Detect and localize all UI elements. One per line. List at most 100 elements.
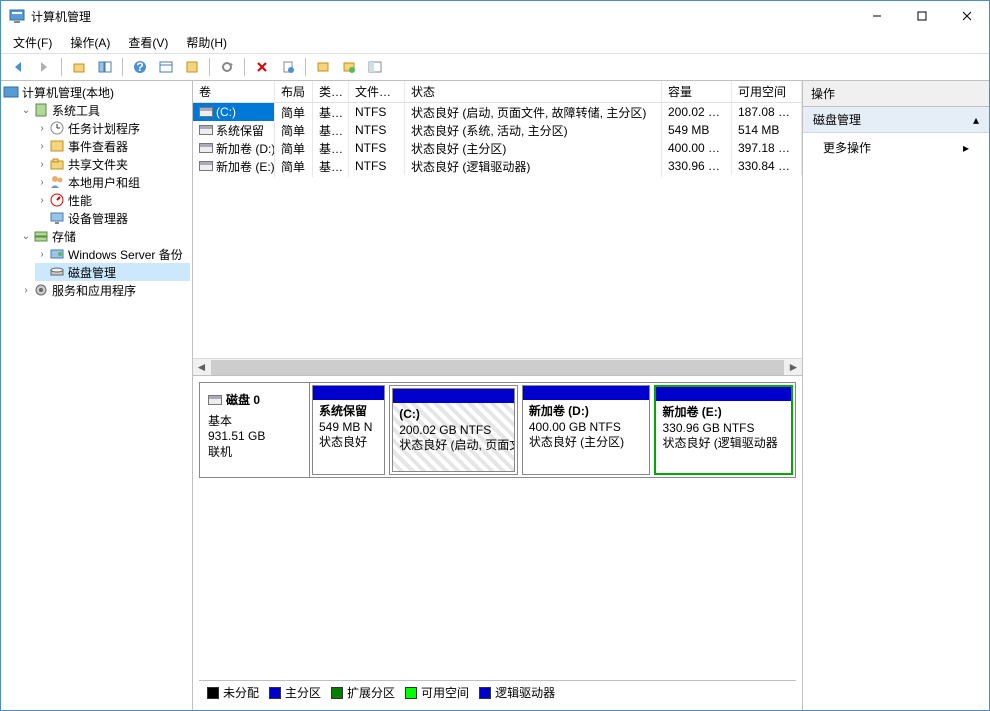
minimize-button[interactable]: [854, 1, 899, 31]
action1-button[interactable]: [312, 56, 334, 78]
tree-diskmgmt[interactable]: 磁盘管理: [35, 263, 190, 281]
drive-icon: [199, 143, 213, 153]
tree-wsbackup[interactable]: ›Windows Server 备份: [35, 245, 190, 263]
tree-shared[interactable]: ›共享文件夹: [35, 155, 190, 173]
collapse-icon: ▴: [973, 113, 979, 127]
partition-body: 系统保留549 MB N状态良好: [313, 400, 384, 474]
menu-help[interactable]: 帮助(H): [182, 32, 231, 53]
action3-button[interactable]: [364, 56, 386, 78]
tree-systools[interactable]: ⌄系统工具: [19, 101, 190, 119]
close-button[interactable]: [944, 1, 989, 31]
tree-services[interactable]: ›服务和应用程序: [19, 281, 190, 299]
col-free[interactable]: 可用空间: [732, 81, 802, 102]
show-hide-tree-button[interactable]: [94, 56, 116, 78]
scroll-right-icon[interactable]: ►: [785, 359, 802, 376]
col-layout[interactable]: 布局: [275, 81, 313, 102]
disk-status: 联机: [208, 443, 301, 460]
tree-users[interactable]: ›本地用户和组: [35, 173, 190, 191]
volume-type: 基本: [313, 156, 349, 177]
volume-capacity: 200.02 GB: [662, 103, 732, 121]
titlebar: 计算机管理: [1, 1, 989, 31]
legend-primary: 主分区: [269, 684, 321, 701]
h-scrollbar[interactable]: ◄ ►: [193, 358, 802, 375]
volume-table-header: 卷 布局 类型 文件系统 状态 容量 可用空间: [193, 81, 802, 103]
settings-button[interactable]: [181, 56, 203, 78]
actions-more[interactable]: 更多操作 ▸: [803, 133, 989, 162]
legend-free: 可用空间: [405, 684, 469, 701]
drive-icon: [199, 161, 213, 171]
partition-body: (C:)200.02 GB NTFS状态良好 (启动, 页面文: [393, 403, 514, 471]
partition[interactable]: 新加卷 (D:)400.00 GB NTFS状态良好 (主分区): [522, 385, 651, 475]
volume-row[interactable]: (C:)简单基本NTFS状态良好 (启动, 页面文件, 故障转储, 主分区)20…: [193, 103, 802, 121]
menu-action[interactable]: 操作(A): [66, 32, 114, 53]
partition[interactable]: 新加卷 (E:)330.96 GB NTFS状态良好 (逻辑驱动器: [654, 385, 793, 475]
legend: 未分配 主分区 扩展分区 可用空间 逻辑驱动器: [199, 680, 796, 704]
volume-fs: NTFS: [349, 121, 405, 139]
action2-button[interactable]: [338, 56, 360, 78]
tree-eventviewer[interactable]: ›事件查看器: [35, 137, 190, 155]
partition[interactable]: 系统保留549 MB N状态良好: [312, 385, 385, 475]
scroll-thumb[interactable]: [211, 360, 784, 375]
menu-view[interactable]: 查看(V): [124, 32, 172, 53]
volume-free: 514 MB: [732, 121, 802, 139]
nav-tree[interactable]: 计算机管理(本地) ⌄系统工具 ›任务计划程序 ›事件查看器 ›共享文件夹 ›本…: [1, 81, 193, 710]
disk-row: 磁盘 0 基本 931.51 GB 联机 系统保留549 MB N状态良好(C:…: [199, 382, 796, 478]
maximize-button[interactable]: [899, 1, 944, 31]
col-status[interactable]: 状态: [405, 81, 662, 102]
partition-header: [656, 387, 791, 401]
volume-capacity: 549 MB: [662, 121, 732, 139]
volume-row[interactable]: 系统保留简单基本NTFS状态良好 (系统, 活动, 主分区)549 MB514 …: [193, 121, 802, 139]
col-fs[interactable]: 文件系统: [349, 81, 405, 102]
volume-table-body: (C:)简单基本NTFS状态良好 (启动, 页面文件, 故障转储, 主分区)20…: [193, 103, 802, 358]
disk-size: 931.51 GB: [208, 429, 301, 443]
col-capacity[interactable]: 容量: [662, 81, 732, 102]
disk-info[interactable]: 磁盘 0 基本 931.51 GB 联机: [200, 383, 310, 477]
tree-perf[interactable]: ›性能: [35, 191, 190, 209]
partition-header: [393, 389, 514, 403]
volume-row[interactable]: 新加卷 (E:)简单基本NTFS状态良好 (逻辑驱动器)330.96 GB330…: [193, 157, 802, 175]
delete-button[interactable]: [251, 56, 273, 78]
center-pane: 卷 布局 类型 文件系统 状态 容量 可用空间 (C:)简单基本NTFS状态良好…: [193, 81, 803, 710]
menu-file[interactable]: 文件(F): [9, 32, 56, 53]
volume-layout: 简单: [275, 156, 313, 177]
up-button[interactable]: [68, 56, 90, 78]
volume-name: 系统保留: [216, 122, 264, 139]
refresh-button[interactable]: [216, 56, 238, 78]
tree-devmgr[interactable]: 设备管理器: [35, 209, 190, 227]
help-button[interactable]: ?: [129, 56, 151, 78]
scroll-left-icon[interactable]: ◄: [193, 359, 210, 376]
window-title: 计算机管理: [31, 8, 854, 25]
partition[interactable]: (C:)200.02 GB NTFS状态良好 (启动, 页面文: [389, 385, 518, 475]
volume-fs: NTFS: [349, 139, 405, 157]
disk-icon: [208, 395, 222, 405]
app-icon: [9, 8, 25, 24]
drive-icon: [199, 125, 213, 135]
disk-type: 基本: [208, 412, 301, 429]
col-volume[interactable]: 卷: [193, 81, 275, 102]
disk-map: 磁盘 0 基本 931.51 GB 联机 系统保留549 MB N状态良好(C:…: [193, 376, 802, 710]
partition-header: [523, 386, 650, 400]
tree-root[interactable]: 计算机管理(本地): [3, 83, 190, 101]
chevron-right-icon: ▸: [963, 141, 969, 155]
view-button[interactable]: [155, 56, 177, 78]
volume-table: 卷 布局 类型 文件系统 状态 容量 可用空间 (C:)简单基本NTFS状态良好…: [193, 81, 802, 376]
tree-scheduler[interactable]: ›任务计划程序: [35, 119, 190, 137]
disk-partitions: 系统保留549 MB N状态良好(C:)200.02 GB NTFS状态良好 (…: [310, 383, 795, 477]
actions-section[interactable]: 磁盘管理 ▴: [803, 107, 989, 133]
toolbar: ?: [1, 53, 989, 81]
tree-storage[interactable]: ⌄存储: [19, 227, 190, 245]
volume-free: 330.84 GB: [732, 157, 802, 175]
legend-extended: 扩展分区: [331, 684, 395, 701]
menubar: 文件(F) 操作(A) 查看(V) 帮助(H): [1, 31, 989, 53]
partition-header: [313, 386, 384, 400]
volume-free: 397.18 GB: [732, 139, 802, 157]
volume-row[interactable]: 新加卷 (D:)简单基本NTFS状态良好 (主分区)400.00 GB397.1…: [193, 139, 802, 157]
svg-text:?: ?: [136, 60, 143, 74]
partition-body: 新加卷 (E:)330.96 GB NTFS状态良好 (逻辑驱动器: [656, 401, 791, 473]
col-type[interactable]: 类型: [313, 81, 349, 102]
back-button[interactable]: [7, 56, 29, 78]
legend-unalloc: 未分配: [207, 684, 259, 701]
disk-label: 磁盘 0: [226, 391, 260, 408]
properties-button[interactable]: [277, 56, 299, 78]
forward-button[interactable]: [33, 56, 55, 78]
